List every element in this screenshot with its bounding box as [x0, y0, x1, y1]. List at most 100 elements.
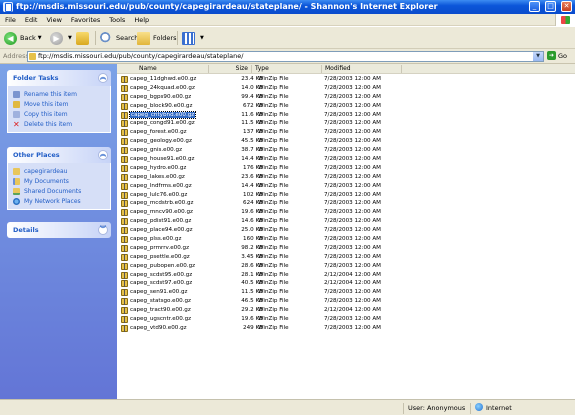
file-modified: 7/28/2003 12:00 AM — [324, 84, 382, 91]
place-my-documents-label: My Documents — [24, 177, 69, 185]
column-header-name[interactable]: Name — [117, 65, 209, 73]
up-folder-button[interactable] — [76, 30, 92, 46]
file-row[interactable]: capeg_cntybnd.e00.gz 11.6 KB WinZip File 7/… — [117, 110, 575, 120]
task-rename[interactable]: Rename this item — [13, 89, 110, 99]
file-size: 160 KB — [243, 236, 263, 243]
file-row[interactable]: capeg_ugscntr.e00.gz 19.6 KB WinZip File 7/… — [117, 315, 575, 324]
file-name: capeg_11dghwd.e00.gz — [130, 76, 197, 82]
file-modified: 7/28/2003 12:00 AM — [324, 120, 382, 127]
file-row[interactable]: capeg_pubopen.e00.gz 28.6 KB WinZip File 7/… — [117, 262, 575, 271]
task-delete[interactable]: ✕ Delete this item — [13, 119, 110, 129]
folders-button[interactable]: Folders — [137, 30, 176, 46]
forward-dropdown-icon[interactable]: ▼ — [68, 35, 72, 41]
address-field[interactable]: ftp://msdis.missouri.edu/pub/county/cape… — [27, 51, 544, 62]
close-button[interactable]: ✕ — [561, 1, 572, 12]
file-name: capeg_hydro.e00.gz — [130, 164, 187, 171]
task-copy[interactable]: Copy this item — [13, 109, 110, 119]
views-button[interactable]: ▼ — [182, 30, 204, 46]
collapse-chevron-icon[interactable]: ︽ — [98, 150, 108, 160]
file-row[interactable]: capeg_prmrrv.e00.gz 98.2 KB WinZip File 7/2… — [117, 244, 575, 253]
file-row[interactable]: capeg_statsgo.e00.gz 46.5 KB WinZip File 7/… — [117, 297, 575, 306]
details-header[interactable]: Details ︾ — [7, 222, 111, 238]
back-button[interactable]: ◀ Back ▼ — [4, 30, 42, 46]
file-row[interactable]: capeg_11dghwd.e00.gz 23.4 KB WinZip File 7/… — [117, 75, 575, 84]
file-size: 11.6 KB — [241, 111, 263, 118]
place-my-documents[interactable]: My Documents — [13, 176, 110, 186]
file-row[interactable]: capeg_mncv90.e00.gz 19.6 KB WinZip File 7/2… — [117, 208, 575, 217]
file-name: capeg_plss.e00.gz — [130, 236, 182, 243]
column-header-type[interactable]: Type — [252, 65, 322, 73]
file-size: 624 KB — [243, 200, 263, 207]
file-type: WinZip File — [258, 218, 289, 225]
task-delete-label: Delete this item — [24, 120, 73, 128]
file-row[interactable]: capeg_mcdstrb.e00.gz 624 KB WinZip File 7/2… — [117, 199, 575, 208]
menu-file[interactable]: File — [0, 14, 20, 24]
expand-chevron-icon[interactable]: ︾ — [98, 225, 108, 235]
back-dropdown-icon[interactable]: ▼ — [38, 35, 42, 41]
place-capegirardeau[interactable]: capegirardeau — [13, 166, 110, 176]
file-type: WinZip File — [258, 244, 289, 251]
file-row[interactable]: capeg_geology.e00.gz 45.5 KB WinZip File 7/… — [117, 137, 575, 146]
file-size: 38.7 KB — [241, 147, 263, 154]
file-row[interactable]: capeg_block90.e00.gz 672 KB WinZip File 7/2… — [117, 102, 575, 111]
address-dropdown-icon[interactable]: ▼ — [533, 52, 543, 61]
file-row[interactable]: capeg_24kquad.e00.gz 14.0 KB WinZip File 7/… — [117, 84, 575, 93]
copy-icon — [13, 110, 20, 118]
delete-icon: ✕ — [13, 119, 20, 129]
file-type: WinZip File — [258, 138, 289, 145]
file-row[interactable]: capeg_forest.e00.gz 137 KB WinZip File 7/28… — [117, 128, 575, 137]
place-my-network-places[interactable]: My Network Places — [13, 196, 110, 206]
file-row[interactable]: capeg_vtd90.e00.gz 249 KB WinZip File 7/28/… — [117, 324, 575, 333]
menu-view[interactable]: View — [41, 14, 65, 24]
file-row[interactable]: capeg_sen91.e00.gz 11.5 KB WinZip File 7/28… — [117, 288, 575, 297]
ie-folder-icon — [3, 2, 13, 12]
column-header-modified[interactable]: Modified — [322, 65, 402, 73]
file-row[interactable]: capeg_lakes.e00.gz 23.6 KB WinZip File 7/28… — [117, 173, 575, 182]
file-row[interactable]: capeg_bgps90.e00.gz 99.4 KB WinZip File 7/2… — [117, 93, 575, 102]
go-button[interactable]: ➜ Go — [547, 51, 567, 60]
winzip-file-icon — [121, 84, 128, 92]
file-row[interactable]: capeg_scdst95.e00.gz 28.1 KB WinZip File 2/… — [117, 271, 575, 280]
file-size: 99.4 KB — [241, 93, 263, 100]
menu-help[interactable]: Help — [129, 14, 153, 24]
collapse-chevron-icon[interactable]: ︽ — [98, 73, 108, 83]
file-modified: 7/28/2003 12:00 AM — [324, 200, 382, 207]
menu-favorites[interactable]: Favorites — [66, 14, 104, 24]
search-button[interactable]: Search — [100, 30, 138, 46]
file-row[interactable]: capeg_psettle.e00.gz 3.45 KB WinZip File 7/… — [117, 253, 575, 262]
shared-documents-icon — [13, 187, 20, 195]
winzip-file-icon — [121, 138, 128, 146]
maximize-button[interactable]: □ — [545, 1, 556, 12]
file-modified: 7/28/2003 12:00 AM — [324, 156, 382, 163]
column-header-size[interactable]: Size — [209, 65, 252, 73]
details-panel: Details ︾ — [7, 222, 111, 238]
file-name: capeg_pdist91.e00.gz — [130, 218, 192, 225]
file-row[interactable]: capeg_pdist91.e00.gz 14.6 KB WinZip File 7/… — [117, 217, 575, 226]
place-my-network-places-label: My Network Places — [24, 197, 81, 205]
file-row[interactable]: capeg_plss.e00.gz 160 KB WinZip File 7/28/2… — [117, 235, 575, 244]
other-places-header[interactable]: Other Places ︽ — [7, 147, 111, 163]
folder-tasks-header[interactable]: Folder Tasks ︽ — [7, 70, 111, 86]
file-modified: 7/28/2003 12:00 AM — [324, 147, 382, 154]
forward-button[interactable]: ▶ ▼ — [50, 30, 72, 46]
file-row[interactable]: capeg_place94.e00.gz 25.0 KB WinZip File 7/… — [117, 226, 575, 235]
views-dropdown-icon[interactable]: ▼ — [200, 35, 204, 41]
file-type: WinZip File — [258, 173, 289, 180]
file-type: WinZip File — [258, 129, 289, 136]
file-row[interactable]: capeg_congd91.e00.gz 11.5 KB WinZip File 7/… — [117, 119, 575, 128]
file-row[interactable]: capeg_gnis.e00.gz 38.7 KB WinZip File 7/28/… — [117, 146, 575, 155]
file-row[interactable]: capeg_tract90.e00.gz 29.2 KB WinZip File 2/… — [117, 306, 575, 315]
task-move[interactable]: Move this item — [13, 99, 110, 109]
minimize-button[interactable]: _ — [529, 1, 540, 12]
file-row[interactable]: capeg_house91.e00.gz 14.4 KB WinZip File 7/… — [117, 155, 575, 164]
file-row[interactable]: capeg_lndfrms.e00.gz 14.4 KB WinZip File 7/… — [117, 182, 575, 191]
file-row[interactable]: capeg_hydro.e00.gz 176 KB WinZip File 7/28/… — [117, 164, 575, 173]
file-row[interactable]: capeg_lulc76.e00.gz 102 KB WinZip File 7/28… — [117, 191, 575, 200]
file-size: 19.6 KB — [241, 209, 263, 216]
file-type: WinZip File — [258, 236, 289, 243]
go-label: Go — [558, 51, 568, 60]
place-shared-documents[interactable]: Shared Documents — [13, 186, 110, 196]
file-row[interactable]: capeg_scdst97.e00.gz 40.5 KB WinZip File 2/… — [117, 279, 575, 288]
menu-tools[interactable]: Tools — [104, 14, 129, 24]
menu-edit[interactable]: Edit — [20, 14, 42, 24]
